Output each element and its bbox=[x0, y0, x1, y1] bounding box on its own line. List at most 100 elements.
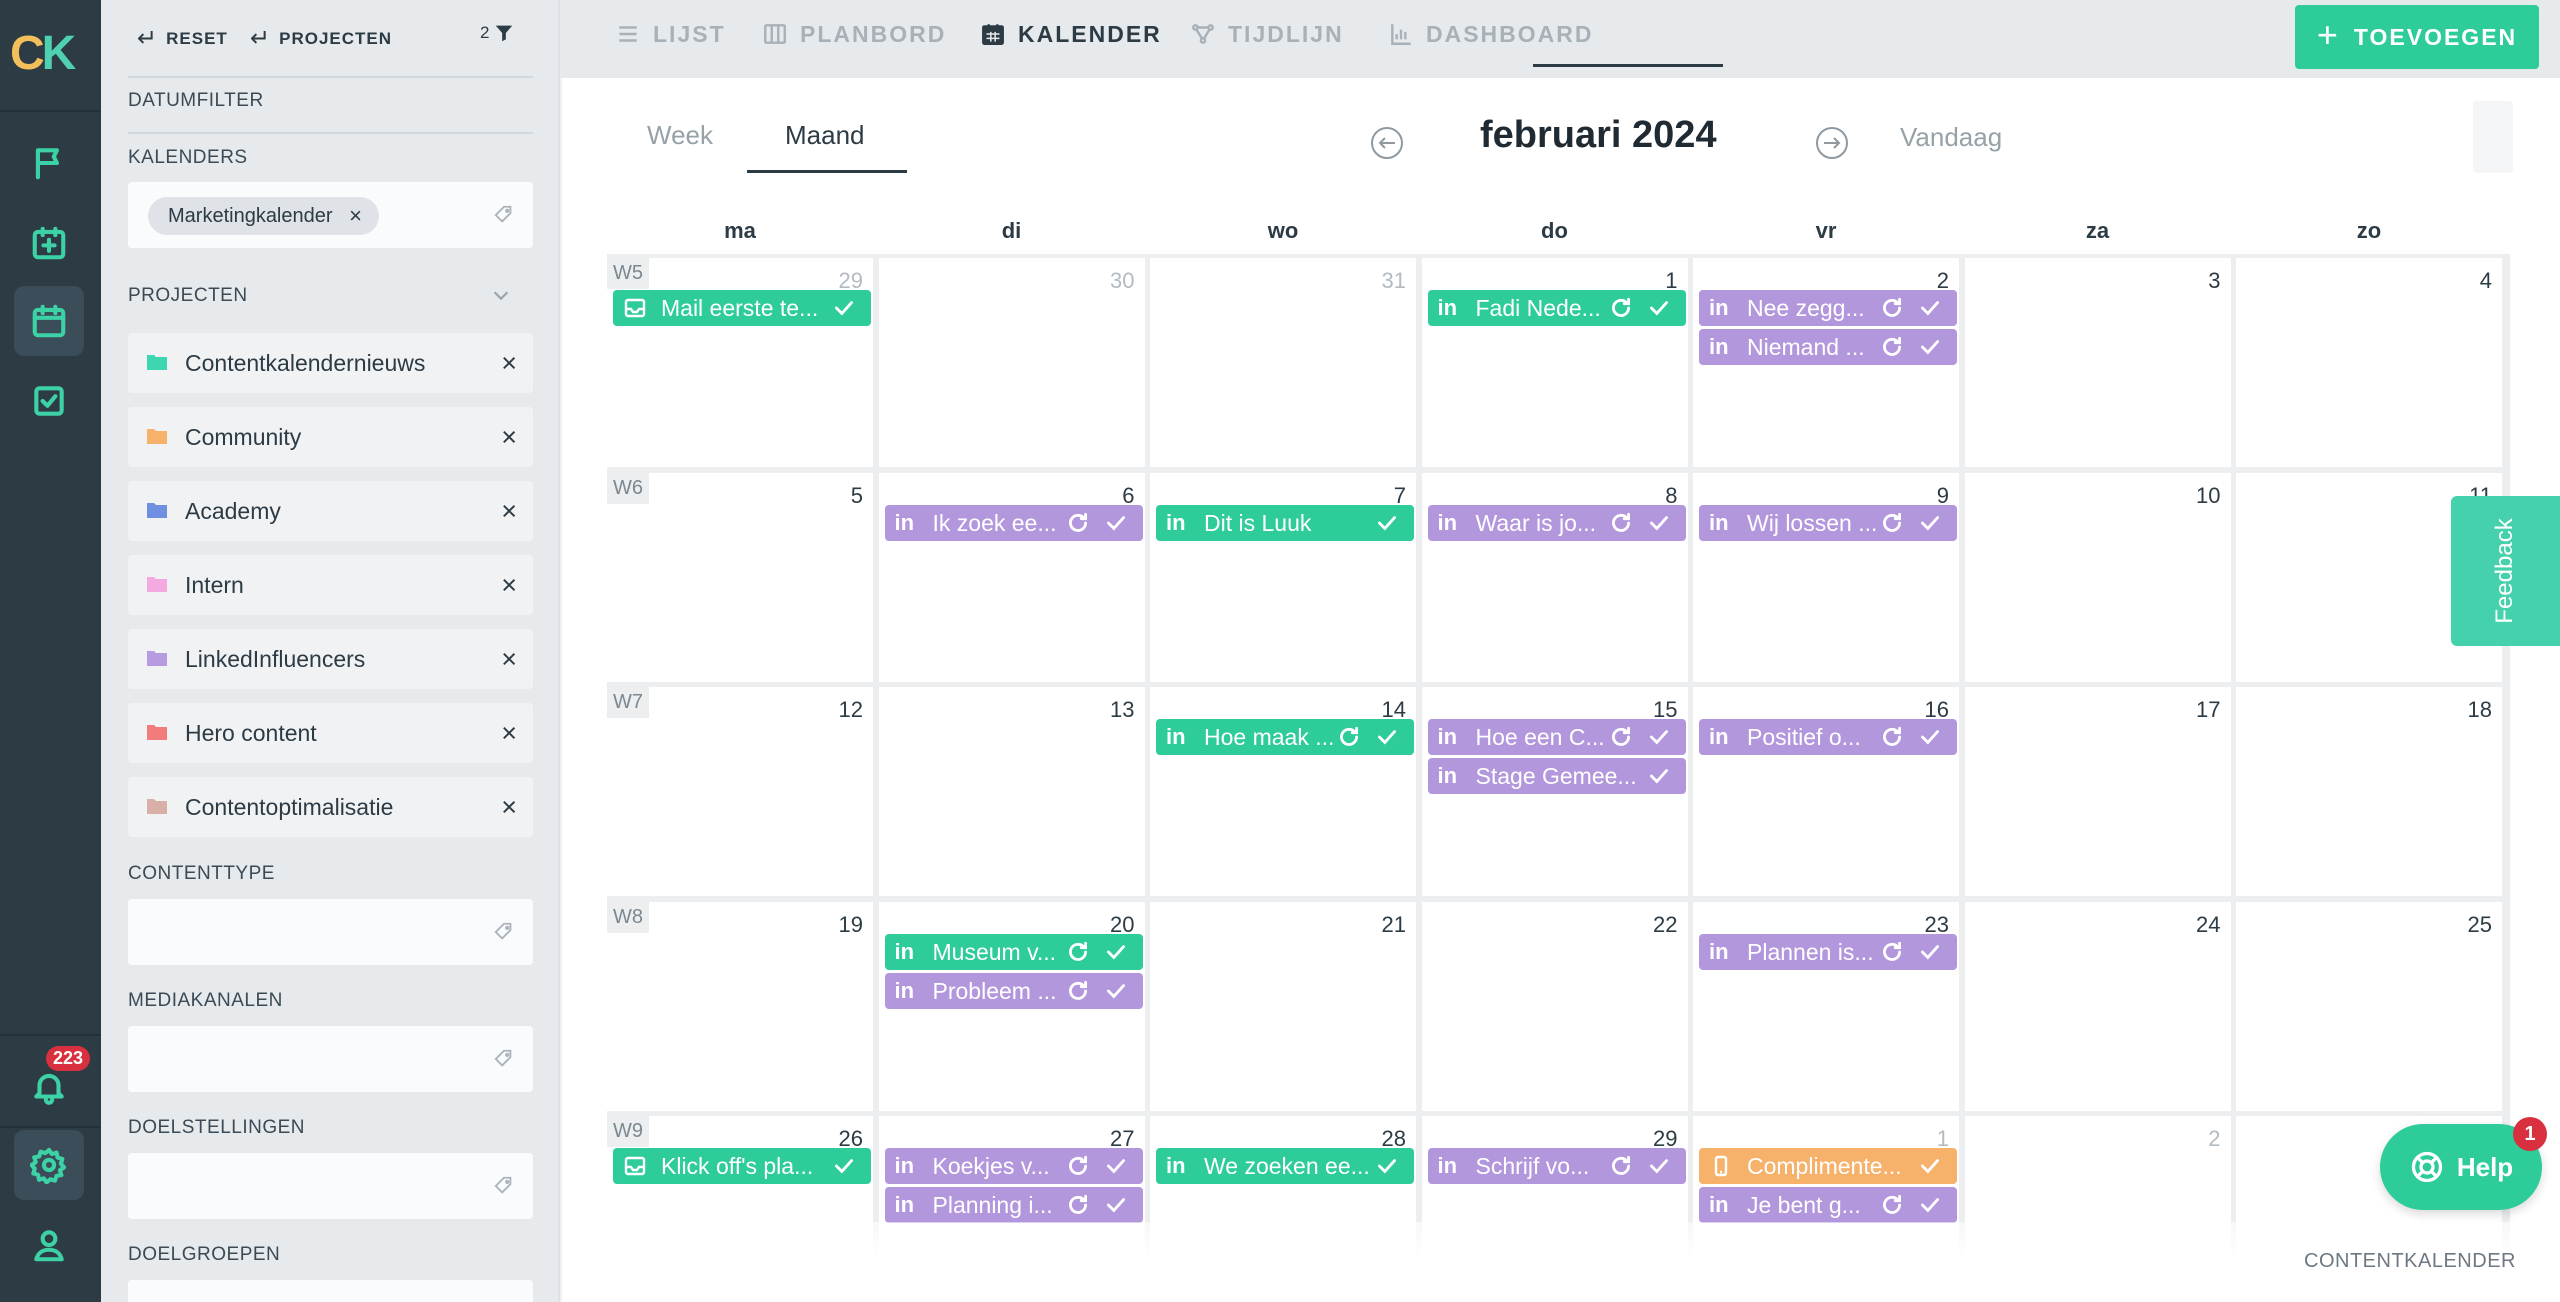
mediakanalen-field[interactable] bbox=[128, 1026, 533, 1092]
feedback-tab[interactable]: Feedback bbox=[2451, 496, 2560, 646]
day-cell[interactable]: 6 in Ik zoek ee... bbox=[878, 472, 1145, 682]
day-cell[interactable]: 18 bbox=[2236, 687, 2502, 896]
rail-profile-button[interactable] bbox=[14, 1210, 84, 1280]
remove-project-icon[interactable]: × bbox=[501, 407, 517, 467]
day-cell[interactable]: W7 12 bbox=[607, 687, 873, 896]
calendar-event[interactable]: in Plannen is... bbox=[1699, 933, 1957, 970]
rail-new-item-button[interactable] bbox=[14, 208, 84, 278]
tab-planbord[interactable]: PLANBORD bbox=[762, 0, 946, 68]
add-button[interactable]: + TOEVOEGEN bbox=[2295, 5, 2539, 69]
active-filter-count[interactable]: 2 bbox=[480, 22, 515, 44]
day-cell[interactable]: 24 bbox=[1964, 901, 2231, 1111]
day-cell[interactable]: 25 bbox=[2236, 901, 2502, 1111]
calendar-event[interactable]: in Fadi Nede... bbox=[1427, 290, 1686, 326]
calendar-event[interactable]: in We zoeken ee... bbox=[1156, 1148, 1414, 1184]
day-cell[interactable]: 7 in Dit is Luuk bbox=[1150, 472, 1416, 682]
project-item[interactable]: LinkedInfluencers × bbox=[128, 629, 533, 689]
calendar-event[interactable]: in Hoe maak ... bbox=[1156, 719, 1414, 755]
chevron-down-icon[interactable] bbox=[490, 284, 512, 306]
tab-tijdlijn[interactable]: TIJDLIJN bbox=[1190, 0, 1344, 68]
doelstellingen-field[interactable] bbox=[128, 1153, 533, 1219]
rail-campaigns-button[interactable] bbox=[14, 128, 84, 198]
event-status bbox=[1065, 934, 1129, 965]
rail-calendar-button[interactable] bbox=[14, 286, 84, 356]
day-cell[interactable]: W6 5 bbox=[607, 472, 873, 682]
day-cell[interactable]: 4 bbox=[2236, 258, 2502, 467]
remove-project-icon[interactable]: × bbox=[501, 777, 517, 837]
rail-settings-button[interactable] bbox=[14, 1130, 84, 1200]
calendar-event[interactable]: in Positief o... bbox=[1699, 719, 1957, 755]
project-item[interactable]: Hero content × bbox=[128, 703, 533, 763]
day-cell[interactable]: W5 29 Mail eerste te... bbox=[607, 258, 873, 467]
event-title: Waar is jo... bbox=[1475, 509, 1597, 536]
day-cell[interactable]: 9 in Wij lossen ... bbox=[1693, 472, 1959, 682]
calendar-event[interactable]: in Probleem ... bbox=[884, 972, 1143, 1009]
project-item[interactable]: Community × bbox=[128, 407, 533, 467]
options-button[interactable] bbox=[2473, 101, 2513, 173]
calendar-event[interactable]: in Koekjes v... bbox=[884, 1148, 1143, 1184]
calendar-event[interactable]: in Planning i... bbox=[884, 1187, 1143, 1223]
remove-project-icon[interactable]: × bbox=[501, 555, 517, 615]
event-status bbox=[1374, 505, 1400, 536]
tab-lijst[interactable]: LIJST bbox=[615, 0, 726, 68]
calendar-event[interactable]: Mail eerste te... bbox=[613, 290, 871, 326]
view-week-tab[interactable]: Week bbox=[647, 120, 713, 151]
app-logo[interactable]: CK bbox=[10, 26, 76, 81]
tab-kalender[interactable]: KALENDER bbox=[980, 0, 1162, 68]
day-cell[interactable]: 3 bbox=[1964, 258, 2231, 467]
day-cell[interactable]: 10 bbox=[1964, 472, 2231, 682]
calendar-event[interactable]: in Je bent g... bbox=[1699, 1187, 1957, 1223]
project-item[interactable]: Academy × bbox=[128, 481, 533, 541]
tab-dashboard[interactable]: DASHBOARD bbox=[1388, 0, 1594, 68]
remove-project-icon[interactable]: × bbox=[501, 629, 517, 689]
day-cell[interactable]: 14 in Hoe maak ... bbox=[1150, 687, 1416, 896]
calendar-event[interactable]: Complimente... bbox=[1699, 1148, 1957, 1184]
day-cell[interactable]: 22 bbox=[1421, 901, 1688, 1111]
day-cell[interactable]: 2 in Nee zegg... in Niemand ... bbox=[1693, 258, 1959, 467]
day-cell[interactable]: 15 in Hoe een C... in Stage Gemee... bbox=[1421, 687, 1688, 896]
day-cell[interactable]: 20 in Museum v... in Probleem ... bbox=[878, 901, 1145, 1111]
day-cell[interactable]: 8 in Waar is jo... bbox=[1421, 472, 1688, 682]
day-cell[interactable]: 21 bbox=[1150, 901, 1416, 1111]
calendar-event[interactable]: Klick off's pla... bbox=[613, 1148, 871, 1184]
reset-button[interactable]: ↵ RESET bbox=[137, 24, 228, 53]
calendars-field[interactable]: Marketingkalender × bbox=[128, 182, 533, 248]
doelgroepen-field[interactable] bbox=[128, 1280, 533, 1302]
calendar-event[interactable]: in Schrijf vo... bbox=[1427, 1148, 1686, 1184]
projects-filter-button[interactable]: ↵ PROJECTEN bbox=[250, 24, 392, 53]
calendar-event[interactable]: in Niemand ... bbox=[1699, 329, 1957, 365]
remove-project-icon[interactable]: × bbox=[501, 703, 517, 763]
contenttype-field[interactable] bbox=[128, 899, 533, 965]
project-item[interactable]: Contentoptimalisatie × bbox=[128, 777, 533, 837]
day-cell[interactable]: W8 19 bbox=[607, 901, 873, 1111]
day-cell[interactable]: 17 bbox=[1964, 687, 2231, 896]
date-filter-heading[interactable]: DATUMFILTER bbox=[128, 90, 264, 112]
day-cell[interactable]: 30 bbox=[878, 258, 1145, 467]
day-cell[interactable]: 23 in Plannen is... bbox=[1693, 901, 1959, 1111]
calendar-event[interactable]: in Dit is Luuk bbox=[1156, 504, 1414, 541]
event-title: Wij lossen ... bbox=[1747, 509, 1878, 536]
view-month-tab[interactable]: Maand bbox=[785, 120, 865, 151]
next-month-button[interactable] bbox=[1815, 126, 1849, 160]
calendar-event[interactable]: in Wij lossen ... bbox=[1699, 504, 1957, 541]
folder-icon bbox=[146, 797, 168, 815]
day-cell[interactable]: 13 bbox=[878, 687, 1145, 896]
chip-remove-icon[interactable]: × bbox=[341, 197, 371, 235]
calendar-event[interactable]: in Nee zegg... bbox=[1699, 290, 1957, 326]
day-cell[interactable]: 16 in Positief o... bbox=[1693, 687, 1959, 896]
rail-tasks-button[interactable] bbox=[14, 366, 84, 436]
day-cell[interactable]: 1 in Fadi Nede... bbox=[1421, 258, 1688, 467]
calendar-event[interactable]: in Hoe een C... bbox=[1427, 719, 1686, 755]
day-cell[interactable]: 31 bbox=[1150, 258, 1416, 467]
previous-month-button[interactable] bbox=[1370, 126, 1404, 160]
calendar-event[interactable]: in Waar is jo... bbox=[1427, 504, 1686, 541]
remove-project-icon[interactable]: × bbox=[501, 333, 517, 393]
event-status bbox=[1374, 1148, 1400, 1179]
today-button[interactable]: Vandaag bbox=[1900, 122, 2002, 153]
calendar-event[interactable]: in Stage Gemee... bbox=[1427, 758, 1686, 794]
calendar-event[interactable]: in Ik zoek ee... bbox=[884, 504, 1143, 541]
project-item[interactable]: Contentkalendernieuws × bbox=[128, 333, 533, 393]
remove-project-icon[interactable]: × bbox=[501, 481, 517, 541]
project-item[interactable]: Intern × bbox=[128, 555, 533, 615]
calendar-event[interactable]: in Museum v... bbox=[884, 933, 1143, 970]
